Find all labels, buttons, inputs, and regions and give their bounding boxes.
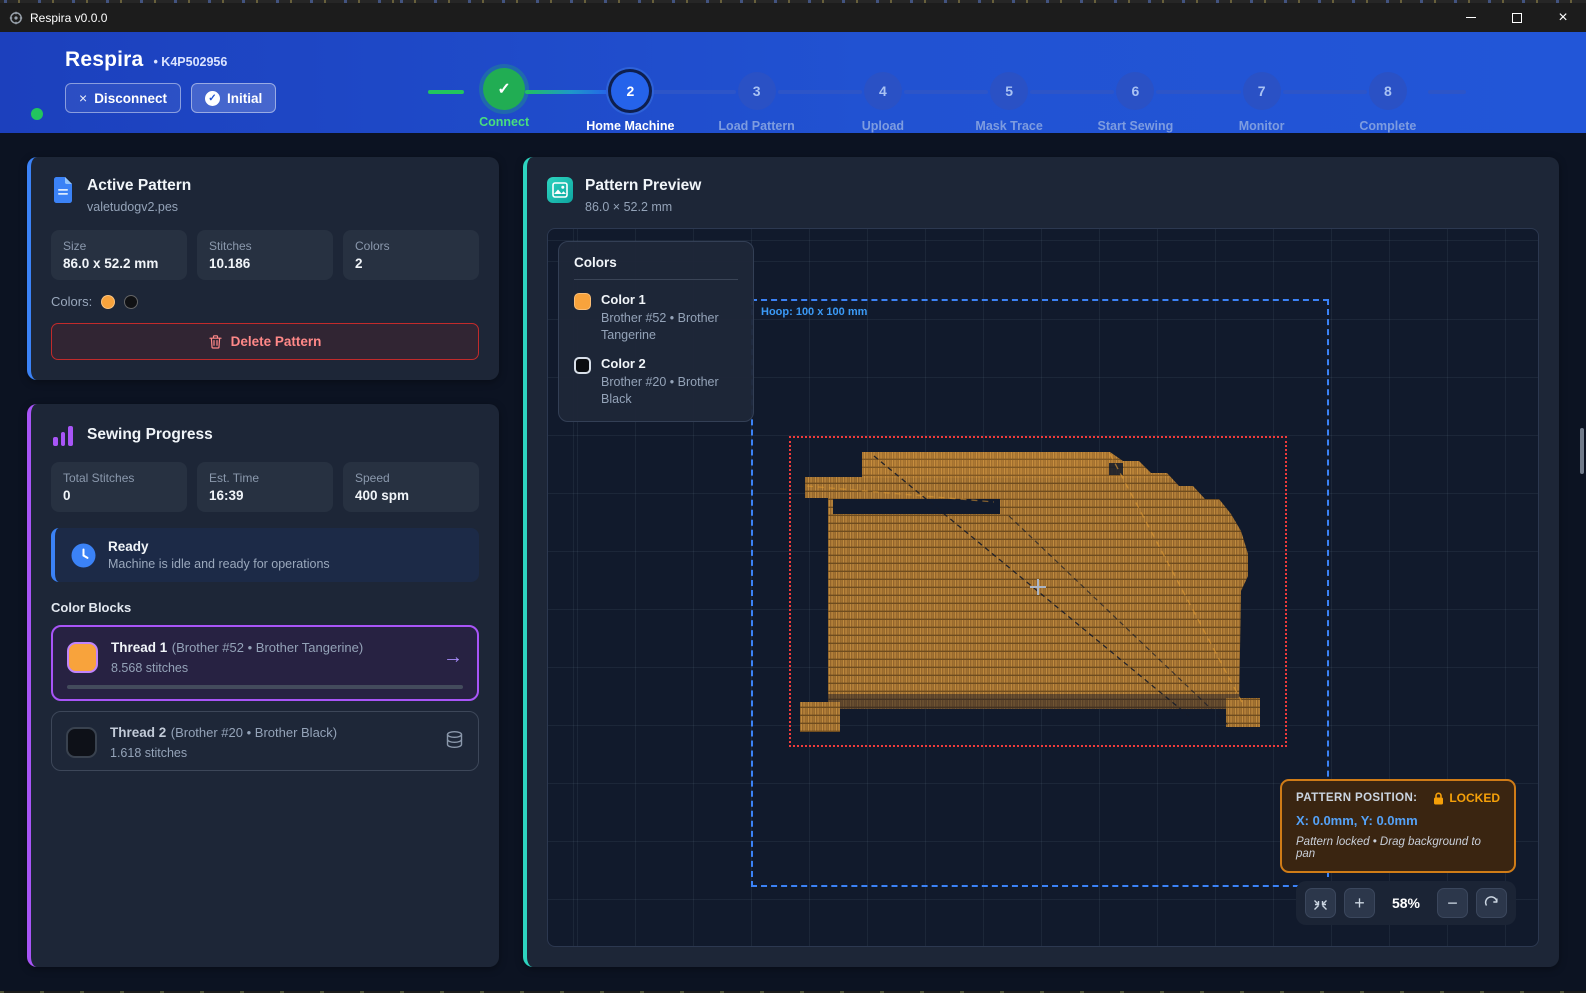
window-scrollbar[interactable] <box>1580 428 1584 474</box>
lock-icon <box>1433 792 1444 805</box>
pattern-position-overlay: PATTERN POSITION: LOCKED X: 0.0mm, Y: 0.… <box>1280 779 1516 873</box>
check-circle-icon: ✓ <box>205 91 220 106</box>
step-connect[interactable]: ✓ Connect <box>441 44 567 133</box>
pattern-filename: valetudogv2.pes <box>87 200 191 214</box>
machine-status-banner: Ready Machine is idle and ready for oper… <box>51 528 479 582</box>
color-dot-black <box>124 295 138 309</box>
position-label: PATTERN POSITION: <box>1296 792 1417 804</box>
machine-serial: • K4P502956 <box>153 55 227 69</box>
maximize-icon <box>1512 13 1522 23</box>
status-title: Ready <box>108 539 330 554</box>
colors-legend: Colors Color 1 Brother #52 • Brother Tan… <box>558 241 754 422</box>
step-check-icon: ✓ <box>483 68 525 110</box>
x-icon: × <box>79 90 87 106</box>
bar-chart-icon <box>51 424 75 446</box>
step-load-pattern[interactable]: 3 Load Pattern <box>694 44 820 133</box>
active-pattern-card: Active Pattern valetudogv2.pes Size 86.0… <box>27 157 499 380</box>
step-upload[interactable]: 4 Upload <box>820 44 946 133</box>
titlebar: Respira v0.0.0 × <box>0 3 1586 32</box>
app-name: Respira <box>65 48 143 72</box>
refresh-icon <box>1484 896 1499 911</box>
initial-label: Initial <box>227 91 262 106</box>
pattern-coordinates: X: 0.0mm, Y: 0.0mm <box>1296 813 1500 828</box>
minus-icon: − <box>1447 893 1458 914</box>
card-title: Pattern Preview <box>585 177 701 195</box>
legend-swatch-black <box>574 357 591 374</box>
locked-badge: LOCKED <box>1449 791 1500 805</box>
app-header: Respira • K4P502956 × Disconnect ✓ Initi… <box>0 32 1586 133</box>
maximize-button[interactable] <box>1494 3 1540 32</box>
stat-colors: Colors 2 <box>343 230 479 280</box>
step-home-machine[interactable]: 2 Home Machine <box>567 44 693 133</box>
thread-block-1[interactable]: Thread 1 (Brother #52 • Brother Tangerin… <box>51 625 479 701</box>
zoom-out-button[interactable]: − <box>1437 888 1468 918</box>
compress-icon <box>1313 896 1328 911</box>
zoom-level: 58% <box>1383 895 1429 911</box>
delete-pattern-button[interactable]: Delete Pattern <box>51 323 479 360</box>
legend-swatch-tangerine <box>574 293 591 310</box>
stat-est-time: Est. Time 16:39 <box>197 462 333 512</box>
pattern-preview-card: Pattern Preview 86.0 × 52.2 mm Colors Co… <box>523 157 1559 967</box>
clock-icon <box>71 543 96 568</box>
zoom-toolbar: + 58% − <box>1296 881 1516 925</box>
minimize-icon <box>1466 17 1476 19</box>
queue-stack-icon <box>445 730 464 754</box>
close-button[interactable]: × <box>1540 3 1586 32</box>
status-detail: Machine is idle and ready for operations <box>108 557 330 571</box>
arrow-right-icon: → <box>443 646 463 669</box>
legend-entry-color-1: Color 1 Brother #52 • Brother Tangerine <box>574 292 738 344</box>
fit-to-screen-button[interactable] <box>1305 888 1336 918</box>
colors-label: Colors: <box>51 294 92 309</box>
pan-hint: Pattern locked • Drag background to pan <box>1296 836 1500 860</box>
initial-button[interactable]: ✓ Initial <box>191 83 276 113</box>
step-monitor[interactable]: 7 Monitor <box>1199 44 1325 133</box>
pattern-canvas[interactable]: Colors Color 1 Brother #52 • Brother Tan… <box>547 228 1539 947</box>
disconnect-button[interactable]: × Disconnect <box>65 83 181 113</box>
card-title: Active Pattern <box>87 177 191 195</box>
image-icon <box>547 177 573 203</box>
legend-entry-color-2: Color 2 Brother #20 • Brother Black <box>574 356 738 408</box>
minimize-button[interactable] <box>1448 3 1494 32</box>
step-start-sewing[interactable]: 6 Start Sewing <box>1072 44 1198 133</box>
hoop-label: Hoop: 100 x 100 mm <box>761 306 867 318</box>
stat-stitches: Stitches 10.186 <box>197 230 333 280</box>
stat-total-stitches: Total Stitches 0 <box>51 462 187 512</box>
color-dot-tangerine <box>101 295 115 309</box>
card-title: Sewing Progress <box>87 426 213 444</box>
thread-block-2[interactable]: Thread 2 (Brother #20 • Brother Black) 1… <box>51 711 479 771</box>
thread-1-swatch <box>67 642 98 673</box>
app-icon <box>9 11 23 25</box>
sewing-progress-card: Sewing Progress Total Stitches 0 Est. Ti… <box>27 404 499 967</box>
preview-size: 86.0 × 52.2 mm <box>585 200 701 214</box>
window-title: Respira v0.0.0 <box>30 11 107 25</box>
stat-size: Size 86.0 x 52.2 mm <box>51 230 187 280</box>
zoom-in-button[interactable]: + <box>1344 888 1375 918</box>
color-blocks-label: Color Blocks <box>51 600 479 615</box>
thread-1-progress-bar <box>67 685 463 689</box>
connection-status-dot <box>31 108 43 120</box>
disconnect-label: Disconnect <box>94 91 167 106</box>
trash-icon <box>209 335 222 349</box>
workflow-stepper: ✓ Connect 2 Home Machine 3 Load Pattern … <box>441 44 1451 133</box>
step-mask-trace[interactable]: 5 Mask Trace <box>946 44 1072 133</box>
delete-pattern-label: Delete Pattern <box>231 334 322 349</box>
legend-title: Colors <box>574 255 738 280</box>
reset-view-button[interactable] <box>1476 888 1507 918</box>
stat-speed: Speed 400 spm <box>343 462 479 512</box>
document-icon <box>51 177 75 203</box>
thread-2-swatch <box>66 727 97 758</box>
step-complete[interactable]: 8 Complete <box>1325 44 1451 133</box>
plus-icon: + <box>1354 893 1365 914</box>
